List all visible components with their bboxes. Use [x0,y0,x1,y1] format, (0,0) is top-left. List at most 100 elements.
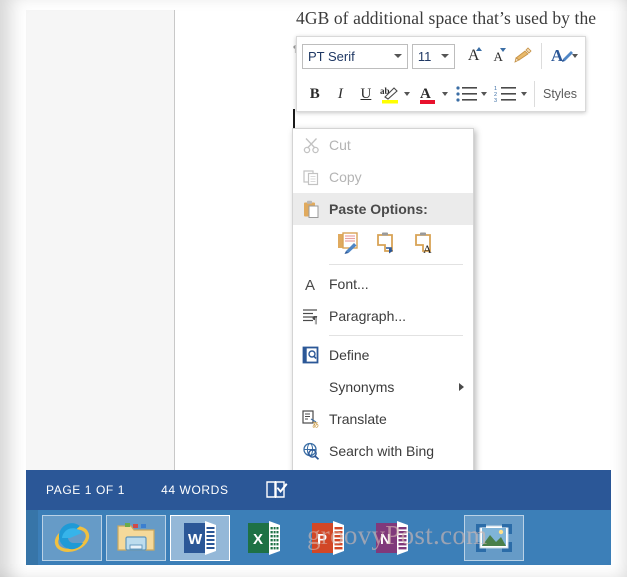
menu-item-search-with-bing[interactable]: Search with Bing [293,435,473,467]
scissors-icon [293,137,329,154]
define-icon [293,346,329,364]
internet-explorer-icon [54,522,90,552]
chevron-down-icon[interactable] [393,54,402,58]
format-painter-icon [514,47,532,63]
menu-divider [329,335,463,336]
menu-item-label: Translate [329,411,387,427]
window-edge-bottom [0,565,627,577]
svg-text:P: P [317,531,327,548]
chevron-right-icon[interactable] [459,383,464,391]
menu-item-label: Paragraph... [329,308,407,324]
taskbar-item-internet-explorer[interactable] [42,514,102,561]
translate-icon: あ [293,410,329,428]
styles-button[interactable]: Styles [540,87,580,101]
paste-keep-text-only-button[interactable]: A [413,231,435,255]
menu-item-font[interactable]: A Font... [293,268,473,300]
menu-item-label: Synonyms [329,379,395,395]
numbered-list-icon: 1 2 3 [494,86,517,103]
page-indicator[interactable]: PAGE 1 OF 1 [46,483,125,497]
windows-taskbar[interactable]: W X P N [26,510,611,565]
font-icon: A [293,276,329,293]
window-edge-top [0,0,627,10]
proofing-errors-icon[interactable] [265,479,289,501]
text-effects-button[interactable]: A [548,42,580,70]
italic-icon: I [337,85,343,102]
taskbar-item-file-explorer[interactable] [106,514,166,561]
menu-item-label: Search with Bing [329,443,435,459]
caret-up-icon [475,47,482,51]
menu-item-cut[interactable]: Cut [293,129,473,161]
menu-item-paragraph[interactable]: ¶ Paragraph... [293,300,473,332]
font-name-combobox[interactable]: PT Serif [302,43,408,69]
font-name-value: PT Serif [308,48,355,64]
svg-text:A: A [305,277,315,293]
taskbar-edge [26,510,38,565]
underline-button[interactable]: U [353,80,379,108]
highlighter-icon: ab [380,86,399,104]
taskbar-item-word[interactable]: W [170,514,230,561]
menu-item-label: Copy [329,169,362,185]
word-icon: W [184,520,216,555]
menu-item-paste-options[interactable]: Paste Options: [293,193,473,225]
font-color-button[interactable]: A [416,80,440,108]
svg-text:3: 3 [494,98,497,103]
chevron-down-icon[interactable] [572,54,579,58]
toolbar-divider [534,81,535,107]
bold-button[interactable]: B [302,80,328,108]
powerpoint-icon: P [312,520,344,555]
taskbar-item-onenote[interactable]: N [362,515,422,561]
document-body-text[interactable]: 4GB of additional space that’s used by t… [296,8,626,29]
numbering-button[interactable]: 1 2 3 [493,80,519,108]
photos-icon [476,523,512,552]
taskbar-item-powerpoint[interactable]: P [298,515,358,561]
menu-divider [329,264,463,265]
chevron-down-icon[interactable] [521,92,527,96]
window-edge-left [0,0,26,577]
window-edge-right [611,0,627,577]
font-size-combobox[interactable]: 11 [411,43,456,69]
chevron-down-icon[interactable] [404,92,411,96]
bullets-button[interactable] [454,80,480,108]
svg-text:あ: あ [312,421,319,428]
excel-icon: X [248,520,280,555]
font-size-value: 11 [417,48,432,64]
menu-item-copy[interactable]: Copy [293,161,473,193]
mini-formatting-toolbar[interactable]: PT Serif 11 A A A B I U ab A 1 2 3 Style… [296,36,586,112]
taskbar-item-photos[interactable] [464,514,524,561]
context-menu[interactable]: Cut Copy Paste Options: A A Font... ¶ Pa… [292,128,474,531]
menu-item-label: Font... [329,276,369,292]
chevron-down-icon[interactable] [441,54,450,58]
clipboard-icon [293,200,329,219]
svg-text:A: A [551,46,564,65]
format-painter-button[interactable] [510,42,535,70]
word-count[interactable]: 44 WORDS [161,483,228,497]
bing-icon [293,442,329,460]
paste-keep-source-formatting-button[interactable] [337,231,359,255]
text-highlight-color-button[interactable]: ab [379,80,403,108]
toolbar-divider [540,43,542,69]
svg-text:A: A [423,242,432,255]
chevron-down-icon[interactable] [481,92,488,96]
caret-down-icon [500,48,507,52]
italic-button[interactable]: I [328,80,354,108]
svg-text:W: W [188,531,203,548]
menu-item-translate[interactable]: あ Translate [293,403,473,435]
file-explorer-icon [117,522,155,551]
menu-item-define[interactable]: Define [293,339,473,371]
copy-icon [293,169,329,186]
menu-item-label: Paste Options: [329,201,428,217]
taskbar-item-excel[interactable]: X [234,515,294,561]
svg-text:X: X [253,531,263,548]
paste-options-row[interactable]: A [293,225,473,261]
document-left-margin [26,10,175,470]
status-bar: PAGE 1 OF 1 44 WORDS [26,470,611,510]
svg-text:¶: ¶ [313,314,318,325]
underline-icon: U [360,85,372,102]
menu-item-label: Define [329,347,370,363]
paste-merge-formatting-button[interactable] [375,231,397,255]
menu-item-synonyms[interactable]: Synonyms [293,371,473,403]
shrink-font-button[interactable]: A [486,42,511,70]
grow-font-button[interactable]: A [461,42,486,70]
chevron-down-icon[interactable] [441,92,448,96]
font-color-icon: A [420,86,436,104]
